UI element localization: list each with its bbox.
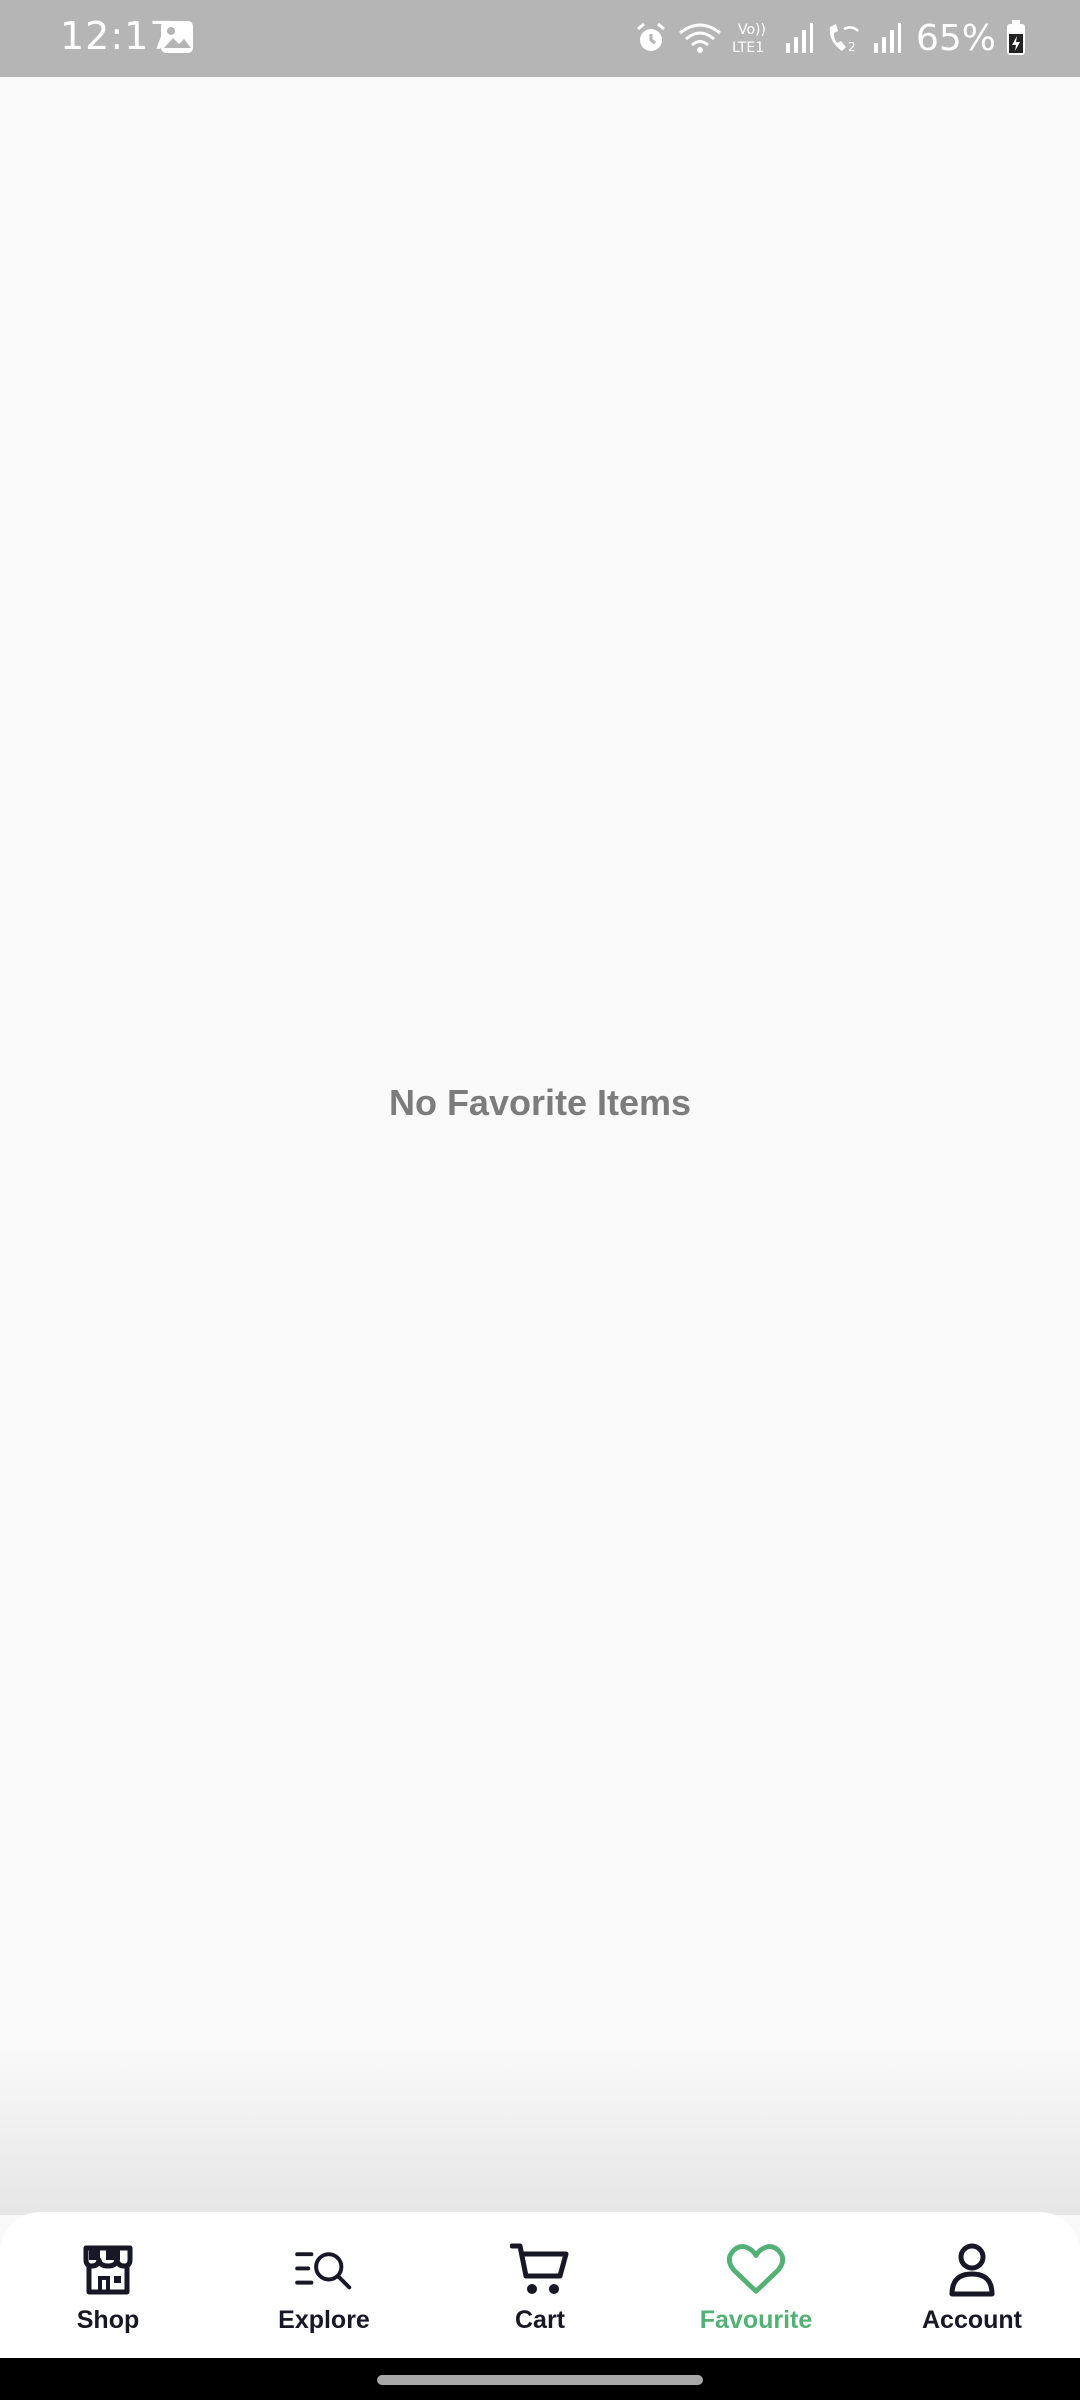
nav-shadow [0,2050,1080,2215]
status-bar: 12:17 Vo)) LTE1 2 65% [0,0,1080,77]
user-icon [942,2240,1002,2300]
svg-text:2: 2 [848,40,856,54]
battery-percent: 65% [915,17,996,59]
svg-text:Vo)): Vo)) [738,22,766,38]
wifi-calling-icon: 2 [824,21,862,55]
system-nav-bar [0,2358,1080,2400]
explore-search-icon [294,2240,354,2300]
favourites-screen: 12:17 Vo)) LTE1 2 65% No Favorite Items … [0,0,1080,2400]
nav-label-account: Account [922,2306,1022,2334]
nav-label-explore: Explore [278,2306,370,2334]
nav-label-favourite: Favourite [699,2306,813,2334]
signal-icon [784,21,814,55]
nav-item-shop[interactable]: Shop [0,2212,216,2358]
nav-label-shop: Shop [76,2306,140,2334]
heart-icon [726,2240,786,2300]
svg-text:LTE1: LTE1 [732,40,764,56]
nav-item-cart[interactable]: Cart [432,2212,648,2358]
bottom-nav: Shop Explore Cart Favourite Account [0,2212,1080,2358]
nav-item-account[interactable]: Account [864,2212,1080,2358]
alarm-icon [634,21,668,55]
nav-item-favourite[interactable]: Favourite [648,2212,864,2358]
status-time: 12:17 [60,14,175,58]
home-indicator[interactable] [377,2375,703,2385]
empty-favourites-message: No Favorite Items [388,1082,692,1123]
signal-2-icon [872,21,902,55]
status-icons: Vo)) LTE1 2 65% [634,14,1026,62]
store-icon [78,2240,138,2300]
battery-icon [1006,20,1026,56]
wifi-icon [678,21,722,55]
gallery-icon [160,20,194,54]
nav-item-explore[interactable]: Explore [216,2212,432,2358]
nav-label-cart: Cart [514,2306,565,2334]
cart-icon [510,2240,570,2300]
volte-icon: Vo)) LTE1 [732,18,774,58]
